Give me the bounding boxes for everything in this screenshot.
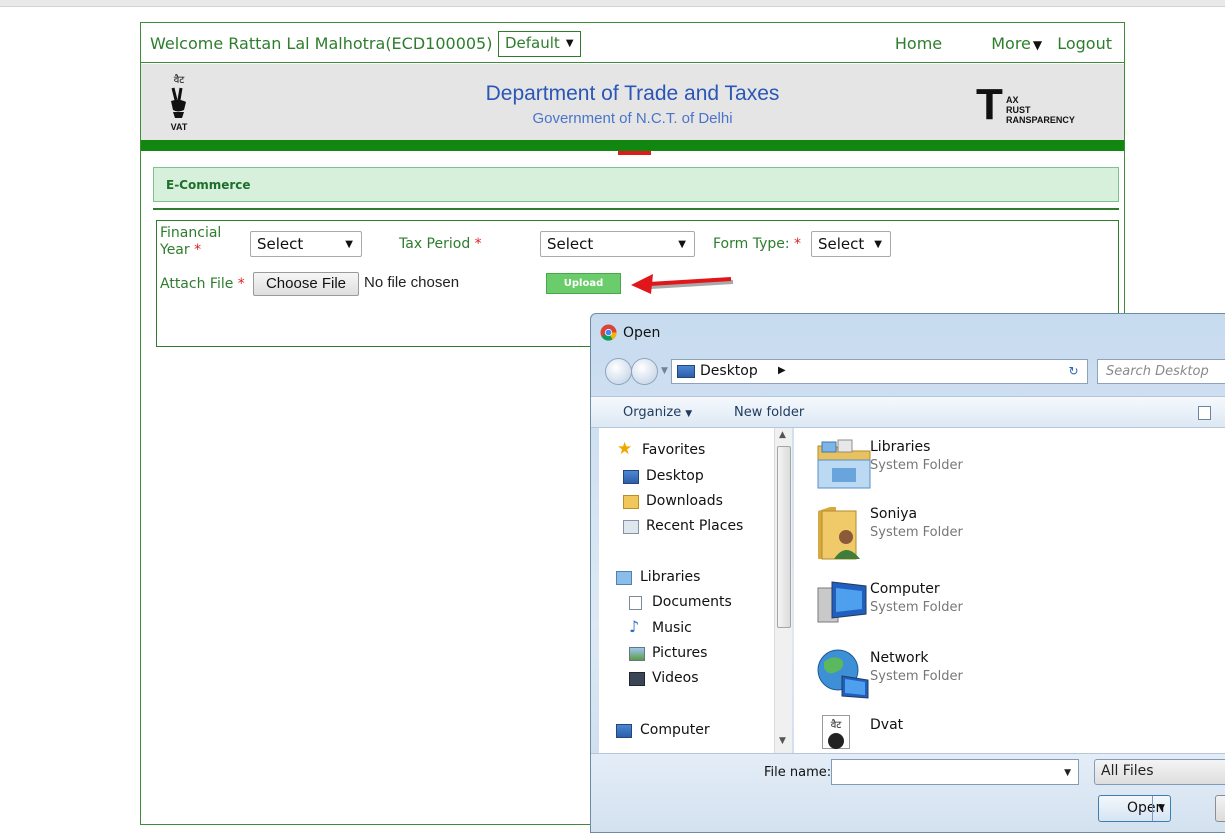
scrollbar-thumb[interactable]	[777, 446, 791, 628]
no-file-chosen-text: No file chosen	[364, 274, 460, 291]
browser-top-strip	[0, 0, 1225, 7]
address-bar[interactable]: Desktop ▶ ▼	[671, 359, 1129, 384]
recent-places-icon	[623, 520, 639, 534]
videos-icon	[629, 672, 645, 686]
section-divider	[153, 208, 1119, 210]
ttt-logo-line1: AX	[1006, 95, 1019, 105]
dialog-toolbar: Organize ▼ New folder	[591, 396, 1225, 428]
recent-locations-dropdown-icon[interactable]: ▼	[661, 366, 668, 376]
file-name-label: File name:	[764, 765, 832, 780]
pictures-icon	[629, 647, 645, 661]
financial-year-label: Financial Year *	[160, 225, 222, 258]
file-name-input[interactable]: ▼	[831, 759, 1079, 785]
section-header: E-Commerce	[153, 167, 1119, 202]
red-arrow-annotation	[631, 274, 734, 294]
nav-pane-scrollbar[interactable]: ▲ ▼	[774, 428, 792, 753]
network-icon	[817, 649, 869, 699]
dvat-shortcut-icon: वैट	[822, 715, 850, 749]
documents-icon	[629, 596, 642, 610]
financial-year-value: Select	[257, 235, 304, 253]
section-title: E-Commerce	[166, 178, 251, 192]
more-menu[interactable]: More ▼	[969, 34, 1042, 53]
home-link[interactable]: Home	[895, 34, 942, 53]
top-nav: Home More ▼ Logout	[873, 34, 1112, 53]
computer-icon	[817, 581, 867, 623]
welcome-text: Welcome Rattan Lal Malhotra(ECD100005)	[150, 34, 493, 53]
computer-icon	[616, 724, 632, 738]
dialog-title: Open	[623, 325, 661, 341]
libraries-folder-icon	[817, 439, 871, 489]
file-type-select[interactable]: All Files	[1094, 759, 1225, 785]
forward-button[interactable]	[631, 358, 658, 385]
music-icon: ♪	[629, 617, 640, 636]
form-type-select[interactable]: Select ▼	[811, 231, 891, 257]
downloads-icon	[623, 495, 639, 509]
organize-button[interactable]: Organize ▼	[623, 405, 692, 420]
desktop-icon	[677, 365, 695, 378]
open-file-dialog: Open ▼ Desktop ▶ ▼ ↻ Search Desktop Orga…	[590, 313, 1225, 833]
form-type-label: Form Type: *	[713, 236, 802, 252]
form-type-value: Select	[818, 235, 865, 253]
chrome-icon	[600, 324, 617, 341]
open-button[interactable]: Open ▼	[1098, 795, 1171, 822]
navigation-pane: ★ Favorites Desktop Downloads Recent Pla…	[599, 428, 792, 753]
attach-file-label: Attach File *	[160, 276, 245, 292]
tax-period-value: Select	[547, 235, 594, 253]
search-input[interactable]: Search Desktop	[1097, 359, 1225, 384]
dialog-bottom-bar: File name: ▼ All Files Open ▼	[591, 753, 1225, 832]
file-list-pane: Libraries System Folder Soniya System Fo…	[794, 428, 1225, 753]
chevron-down-icon[interactable]: ▼	[1064, 768, 1071, 778]
breadcrumb-chevron-icon[interactable]: ▶	[778, 365, 786, 376]
address-text: Desktop	[700, 363, 758, 379]
scroll-up-icon[interactable]: ▲	[779, 430, 786, 440]
upload-button[interactable]: Upload	[546, 273, 621, 294]
open-options-dropdown-icon[interactable]: ▼	[1152, 796, 1170, 821]
ttt-logo-line2: RUST	[1006, 105, 1031, 115]
welcome-bar: Welcome Rattan Lal Malhotra(ECD100005) D…	[141, 23, 1124, 63]
desktop-icon	[623, 470, 639, 484]
star-icon: ★	[617, 439, 633, 459]
scroll-down-icon[interactable]: ▼	[779, 736, 786, 746]
ttt-logo-line3: RANSPARENCY	[1006, 115, 1075, 125]
ttt-logo-letter: T	[976, 80, 1003, 129]
new-folder-button[interactable]: New folder	[734, 405, 804, 420]
user-folder-icon	[818, 507, 860, 560]
logout-link[interactable]: Logout	[1057, 34, 1112, 53]
tax-period-select[interactable]: Select ▼	[540, 231, 695, 257]
chevron-down-icon: ▼	[678, 239, 686, 250]
change-view-icon[interactable]	[1198, 406, 1211, 420]
libraries-icon	[616, 571, 632, 585]
back-button[interactable]	[605, 358, 632, 385]
refresh-icon[interactable]: ↻	[1060, 359, 1088, 384]
profile-select[interactable]: Default ▼	[498, 31, 581, 57]
tax-trust-transparency-logo: T AX RUST RANSPARENCY	[976, 83, 1096, 133]
search-placeholder: Search Desktop	[1106, 364, 1209, 379]
chevron-down-icon: ▼	[565, 38, 574, 49]
chevron-down-icon: ▼	[874, 239, 882, 250]
cancel-button[interactable]	[1215, 795, 1225, 822]
more-label: More	[991, 34, 1031, 53]
caret-down-icon: ▼	[1032, 38, 1043, 52]
header-red-marker	[618, 151, 651, 155]
header-band: वैट VAT Department of Trade and Taxes Go…	[141, 64, 1124, 140]
tax-period-label: Tax Period *	[399, 236, 482, 252]
chevron-down-icon: ▼	[345, 239, 353, 250]
financial-year-select[interactable]: Select ▼	[250, 231, 362, 257]
file-type-value: All Files	[1101, 763, 1154, 779]
profile-select-value: Default	[505, 34, 560, 52]
choose-file-button[interactable]: Choose File	[253, 272, 359, 296]
header-green-rule	[141, 140, 1124, 151]
